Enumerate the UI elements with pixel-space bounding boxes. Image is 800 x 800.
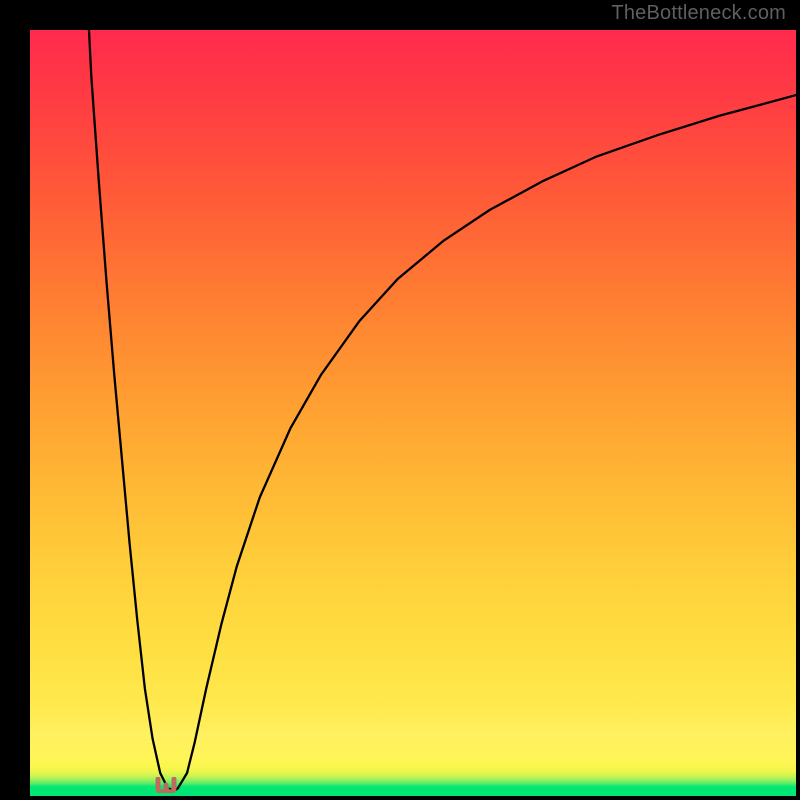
watermark-text: TheBottleneck.com	[611, 2, 786, 25]
chart-frame	[13, 13, 787, 787]
bottleneck-curve	[89, 30, 796, 790]
plot-area	[30, 30, 796, 796]
curve-layer	[30, 30, 796, 796]
